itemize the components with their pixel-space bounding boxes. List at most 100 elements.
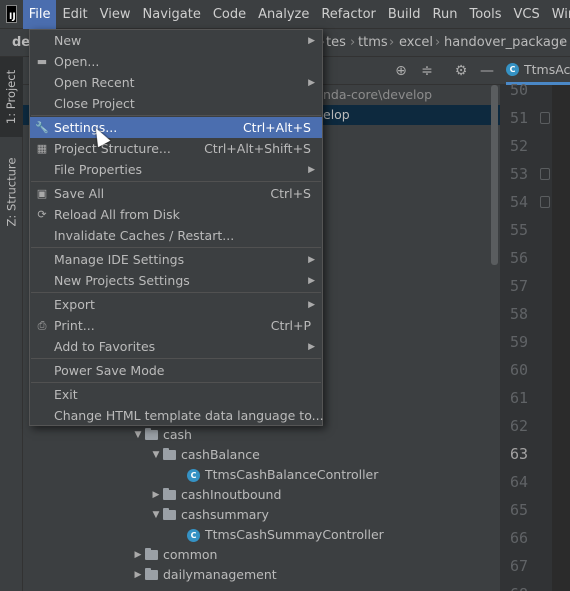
- tree-node-common[interactable]: ▶ common: [131, 545, 218, 565]
- line-number: 66: [509, 529, 528, 547]
- menu-item-settings[interactable]: 🔧 Settings... Ctrl+Alt+S: [30, 117, 322, 138]
- menu-item-open-recent[interactable]: Open Recent ▶: [30, 72, 322, 93]
- tree-node-label: common: [163, 547, 218, 562]
- menu-separator: [31, 115, 321, 116]
- menu-view[interactable]: View: [94, 0, 137, 29]
- fold-marker-icon[interactable]: [540, 168, 550, 180]
- folder-icon: [145, 568, 158, 580]
- line-number: 56: [509, 249, 528, 267]
- tree-node-cash[interactable]: ▼ cash: [131, 425, 192, 445]
- expanded-arrow-icon[interactable]: ▼: [131, 425, 145, 445]
- menu-item-label: New: [54, 33, 82, 48]
- class-icon: C: [506, 63, 519, 76]
- menu-item-open[interactable]: ▬ Open...: [30, 51, 322, 72]
- menu-item-shortcut: Ctrl+Alt+Shift+S: [204, 141, 311, 156]
- menu-item-label: Manage IDE Settings: [54, 252, 185, 267]
- menu-item-exit[interactable]: Exit: [30, 384, 322, 405]
- menu-separator: [31, 181, 321, 182]
- menu-item-close-project[interactable]: Close Project: [30, 93, 322, 114]
- breadcrumb-separator: ›: [560, 35, 566, 50]
- menu-item-manage-ide-settings[interactable]: Manage IDE Settings ▶: [30, 249, 322, 270]
- breadcrumb-excel[interactable]: excel: [395, 35, 437, 50]
- menu-item-project-structure[interactable]: ▦ Project Structure... Ctrl+Alt+Shift+S: [30, 138, 322, 159]
- menu-item-new[interactable]: New ▶: [30, 30, 322, 51]
- code-editor[interactable]: [552, 85, 570, 591]
- menu-edit[interactable]: Edit: [56, 0, 93, 29]
- tree-node-class[interactable]: C TtmsCashSummayController: [187, 525, 384, 545]
- menu-item-new-projects-settings[interactable]: New Projects Settings ▶: [30, 270, 322, 291]
- menu-item-print[interactable]: ⎙ Print... Ctrl+P: [30, 315, 322, 336]
- line-number: 55: [509, 221, 528, 239]
- collapse-all-icon[interactable]: ≑: [419, 63, 435, 79]
- fold-marker-icon[interactable]: [540, 112, 550, 124]
- line-number: 68: [510, 580, 528, 591]
- tree-node-label: cashInoutbound: [181, 487, 282, 502]
- tree-node-cashsummary[interactable]: ▼ cashsummary: [149, 505, 269, 525]
- line-number: 64: [509, 473, 528, 491]
- menu-item-shortcut: Ctrl+S: [270, 186, 311, 201]
- class-icon: C: [187, 528, 200, 542]
- menu-item-export[interactable]: Export ▶: [30, 294, 322, 315]
- minimize-icon[interactable]: —: [479, 63, 495, 79]
- tree-node-cashbalance[interactable]: ▼ cashBalance: [149, 445, 260, 465]
- gear-icon[interactable]: ⚙: [453, 63, 469, 79]
- menu-item-invalidate-caches[interactable]: Invalidate Caches / Restart...: [30, 225, 322, 246]
- wrench-icon: 🔧: [35, 120, 49, 134]
- submenu-arrow-icon: ▶: [308, 341, 315, 352]
- tree-node-cashinoutbound[interactable]: ▶ cashInoutbound: [149, 485, 282, 505]
- expanded-arrow-icon[interactable]: ▼: [149, 505, 163, 525]
- tree-node-label: cashsummary: [181, 507, 269, 522]
- line-number: 53: [509, 165, 528, 183]
- menu-item-label: New Projects Settings: [54, 273, 190, 288]
- menu-code[interactable]: Code: [207, 0, 252, 29]
- menu-vcs[interactable]: VCS: [508, 0, 546, 29]
- menu-refactor[interactable]: Refactor: [315, 0, 382, 29]
- line-number: 63: [509, 445, 528, 463]
- save-icon: ▣: [36, 186, 48, 200]
- breadcrumb-ttms[interactable]: ttms: [354, 35, 392, 50]
- tree-node-label: dailymanagement: [163, 567, 277, 582]
- menu-item-power-save-mode[interactable]: Power Save Mode: [30, 360, 322, 381]
- menu-item-file-properties[interactable]: File Properties ▶: [30, 159, 322, 180]
- menu-bar: IJ File Edit View Navigate Code Analyze …: [0, 0, 570, 29]
- line-number: 54: [509, 193, 528, 211]
- collapsed-arrow-icon[interactable]: ▶: [131, 565, 145, 585]
- menu-navigate[interactable]: Navigate: [137, 0, 207, 29]
- menu-analyze[interactable]: Analyze: [252, 0, 315, 29]
- menu-file[interactable]: File: [22, 0, 57, 29]
- menu-separator: [31, 382, 321, 383]
- tree-node-class[interactable]: C TtmsCashBalanceController: [187, 465, 378, 485]
- folder-icon: [163, 448, 176, 460]
- menu-window[interactable]: Window: [546, 0, 570, 29]
- locate-icon[interactable]: ⊕: [393, 63, 409, 79]
- project-tool-tab-label: 1: Project: [4, 69, 19, 125]
- fold-marker-icon[interactable]: [540, 196, 550, 208]
- line-number: 62: [509, 417, 528, 435]
- vertical-scrollbar[interactable]: [491, 85, 498, 265]
- expanded-arrow-icon[interactable]: ▼: [149, 445, 163, 465]
- folder-icon: [145, 548, 158, 560]
- menu-item-label: Project Structure...: [54, 141, 171, 156]
- project-tool-tab[interactable]: 1: Project: [0, 57, 23, 137]
- menu-tools[interactable]: Tools: [463, 0, 507, 29]
- menu-item-label: Add to Favorites: [54, 339, 156, 354]
- class-icon: C: [187, 468, 200, 482]
- editor-tab-label: TtmsAc: [524, 62, 570, 77]
- menu-item-add-to-favorites[interactable]: Add to Favorites ▶: [30, 336, 322, 357]
- menu-separator: [31, 292, 321, 293]
- menu-item-reload-all[interactable]: ⟳ Reload All from Disk: [30, 204, 322, 225]
- breadcrumb-tes[interactable]: tes: [322, 35, 350, 50]
- line-number: 58: [509, 305, 528, 323]
- menu-separator: [31, 247, 321, 248]
- breadcrumb-handover-package[interactable]: handover_package: [440, 35, 570, 50]
- line-number: 61: [509, 389, 528, 407]
- collapsed-arrow-icon[interactable]: ▶: [131, 545, 145, 565]
- menu-item-save-all[interactable]: ▣ Save All Ctrl+S: [30, 183, 322, 204]
- menu-run[interactable]: Run: [427, 0, 464, 29]
- menu-build[interactable]: Build: [382, 0, 427, 29]
- tree-node-label: TtmsCashBalanceController: [205, 467, 379, 482]
- structure-tool-tab[interactable]: Z: Structure: [0, 147, 23, 237]
- menu-item-change-html-template[interactable]: Change HTML template data language to...: [30, 405, 324, 426]
- collapsed-arrow-icon[interactable]: ▶: [149, 485, 163, 505]
- tree-node-dailymanagement[interactable]: ▶ dailymanagement: [131, 565, 277, 585]
